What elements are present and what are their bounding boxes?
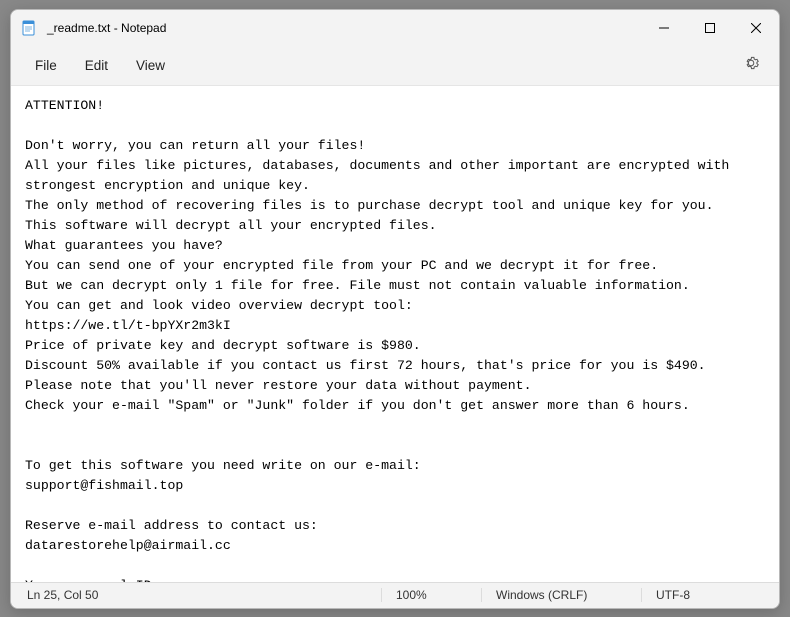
line-ending[interactable]: Windows (CRLF) <box>481 588 641 602</box>
close-button[interactable] <box>733 10 779 46</box>
minimize-button[interactable] <box>641 10 687 46</box>
maximize-icon <box>705 23 715 33</box>
window-title: _readme.txt - Notepad <box>47 21 166 35</box>
maximize-button[interactable] <box>687 10 733 46</box>
text-editor-area[interactable]: ATTENTION! Don't worry, you can return a… <box>11 86 779 582</box>
settings-button[interactable] <box>733 49 769 82</box>
encoding[interactable]: UTF-8 <box>641 588 779 602</box>
notepad-window: _readme.txt - Notepad File Edit View ATT… <box>10 9 780 609</box>
notepad-app-icon <box>21 20 37 36</box>
window-controls <box>641 10 779 46</box>
minimize-icon <box>659 23 669 33</box>
gear-icon <box>743 55 759 71</box>
cursor-position: Ln 25, Col 50 <box>11 588 381 602</box>
status-bar: Ln 25, Col 50 100% Windows (CRLF) UTF-8 <box>11 582 779 608</box>
close-icon <box>751 23 761 33</box>
menu-edit[interactable]: Edit <box>71 52 122 79</box>
zoom-level[interactable]: 100% <box>381 588 481 602</box>
title-bar[interactable]: _readme.txt - Notepad <box>11 10 779 46</box>
menu-bar: File Edit View <box>11 46 779 86</box>
menu-view[interactable]: View <box>122 52 179 79</box>
menu-file[interactable]: File <box>21 52 71 79</box>
